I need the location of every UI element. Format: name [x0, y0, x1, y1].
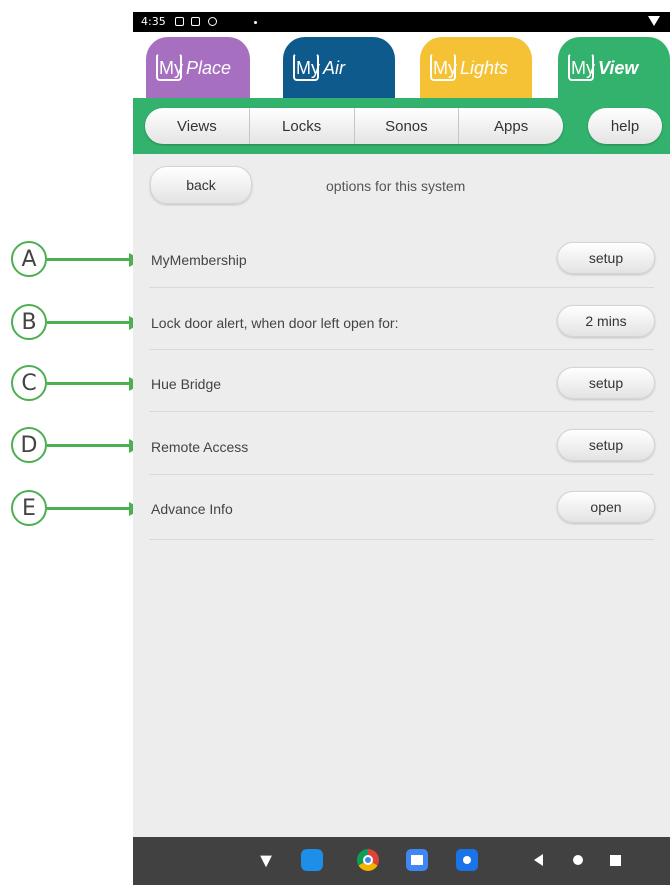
callout-c-marker: C — [11, 365, 47, 401]
tab-my-label: My — [159, 58, 183, 78]
callout-a-arrow-line — [47, 258, 129, 261]
callout-d-marker: D — [11, 427, 47, 463]
tab-label: View — [598, 58, 639, 78]
segmented-nav: Views Locks Sonos Apps — [145, 108, 563, 144]
camera-icon[interactable] — [456, 849, 478, 871]
back-icon[interactable] — [534, 854, 543, 866]
nav-toolbar: Views Locks Sonos Apps help — [133, 98, 670, 154]
mymembership-label: MyMembership — [151, 252, 247, 268]
remote-access-setup-button[interactable]: setup — [557, 429, 655, 461]
tab-myview[interactable]: My View — [558, 37, 670, 98]
tab-myair[interactable]: My Air — [283, 37, 395, 98]
callout-e-arrow-line — [47, 507, 129, 510]
tab-myplace[interactable]: My Place — [146, 37, 250, 98]
hue-bridge-setup-button[interactable]: setup — [557, 367, 655, 399]
tab-my-label: My — [433, 58, 457, 78]
tab-label: Lights — [460, 58, 509, 78]
system-taskbar: ▼ — [133, 837, 670, 885]
accessibility-icon — [208, 17, 217, 26]
mymembership-setup-button[interactable]: setup — [557, 242, 655, 274]
nav-sonos[interactable]: Sonos — [355, 108, 460, 144]
row-divider — [149, 411, 654, 412]
calendar-icon[interactable] — [406, 849, 428, 871]
notification-icon — [175, 17, 184, 26]
tab-label: Place — [186, 58, 232, 78]
tab-my-label: My — [571, 58, 595, 78]
help-button[interactable]: help — [588, 108, 662, 144]
nav-views[interactable]: Views — [145, 108, 250, 144]
callout-e-marker: E — [11, 490, 47, 526]
back-button[interactable]: back — [150, 166, 252, 204]
row-divider — [149, 539, 654, 540]
row-divider — [149, 474, 654, 475]
advance-info-open-button[interactable]: open — [557, 491, 655, 523]
row-divider — [149, 287, 654, 288]
row-divider — [149, 349, 654, 350]
lock-door-alert-duration-button[interactable]: 2 mins — [557, 305, 655, 337]
chrome-icon[interactable] — [357, 849, 379, 871]
status-dot-icon — [254, 21, 257, 24]
callout-b-arrow-line — [47, 321, 129, 324]
page-title: options for this system — [326, 178, 466, 194]
nav-locks[interactable]: Locks — [250, 108, 355, 144]
recents-icon[interactable] — [610, 855, 621, 866]
remote-access-label: Remote Access — [151, 439, 249, 455]
callout-c-arrow-line — [47, 382, 129, 385]
tab-label: Air — [323, 58, 345, 78]
status-bar: 4:35 — [133, 12, 670, 32]
wifi-icon: ▼ — [256, 850, 276, 872]
callout-a-marker: A — [11, 241, 47, 277]
callout-d-arrow-line — [47, 444, 129, 447]
advance-info-label: Advance Info — [151, 501, 233, 517]
status-time: 4:35 — [141, 15, 166, 28]
tablet-screen: 4:35 My Place My Air My Lights My View V… — [133, 12, 670, 885]
hue-bridge-label: Hue Bridge — [151, 376, 222, 392]
teamviewer-icon[interactable] — [301, 849, 323, 871]
notification-icon — [191, 17, 200, 26]
signal-icon — [648, 16, 660, 26]
lock-door-alert-label: Lock door alert, when door left open for… — [151, 315, 399, 331]
app-tabs: My Place My Air My Lights My View — [133, 32, 670, 98]
home-icon[interactable] — [573, 855, 583, 865]
tab-my-label: My — [296, 58, 320, 78]
callout-b-marker: B — [11, 304, 47, 340]
nav-apps[interactable]: Apps — [459, 108, 563, 144]
tab-mylights[interactable]: My Lights — [420, 37, 532, 98]
